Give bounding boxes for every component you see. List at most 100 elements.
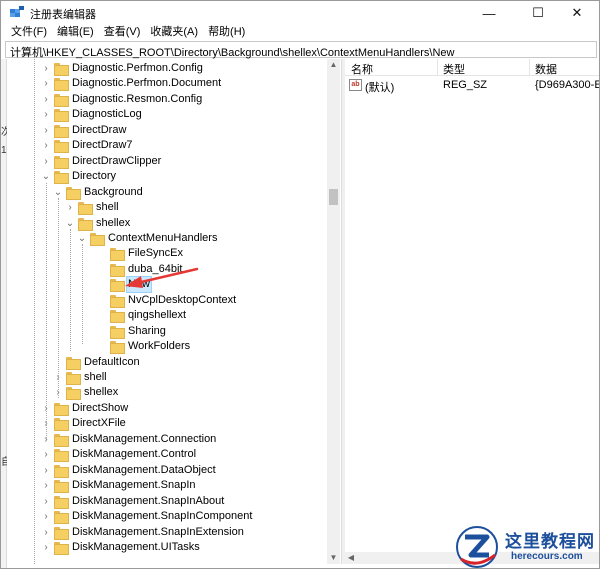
tree-node-label: DefaultIcon [84, 355, 140, 368]
column-header-data[interactable]: 数据 [535, 61, 557, 77]
folder-icon [54, 495, 69, 509]
watermark-title: 这里教程网 [505, 532, 595, 552]
edge-fragment: 1 [1, 145, 7, 156]
chevron-right-icon[interactable]: › [41, 138, 51, 153]
folder-icon [110, 248, 125, 262]
scroll-down-icon[interactable]: ▼ [327, 552, 340, 564]
chevron-right-icon[interactable]: › [41, 123, 51, 138]
tree-node[interactable]: › DiskManagement.SnapIn [41, 478, 197, 494]
column-divider[interactable] [529, 59, 530, 76]
folder-icon [54, 124, 69, 138]
tree-node[interactable]: › DiskManagement.SnapInExtension [41, 525, 245, 540]
tree-node[interactable]: › Diagnostic.Perfmon.Config [41, 61, 204, 76]
tree-node-label: shell [96, 201, 119, 214]
folder-icon [66, 356, 81, 370]
tree-node[interactable]: › DiskManagement.SnapInComponent [41, 509, 253, 525]
address-bar[interactable]: 计算机\HKEY_CLASSES_ROOT\Directory\Backgrou… [5, 41, 597, 59]
tree-node[interactable]: › shell [53, 370, 108, 385]
tree-node[interactable]: › DirectShow [41, 401, 129, 416]
red-arrow-annotation [125, 267, 199, 288]
tree-node[interactable]: › DiskManagement.DataObject [41, 463, 217, 478]
title-bar[interactable]: 注册表编辑器 — ☐ ✕ [1, 1, 599, 25]
tree-node[interactable]: ⌄ Directory [41, 169, 117, 185]
tree-node[interactable]: WorkFolders [97, 339, 191, 355]
expander-placeholder [97, 293, 107, 308]
expander-placeholder [97, 277, 107, 292]
chevron-right-icon[interactable]: › [41, 107, 51, 122]
chevron-right-icon[interactable]: › [41, 76, 51, 91]
tree-node[interactable]: NvCplDesktopContext [97, 293, 237, 308]
tree-node-label: Background [84, 185, 143, 198]
registry-values-list[interactable]: 名称 类型 数据 ab (默认) REG_SZ {D969A300-E [345, 59, 599, 564]
chevron-right-icon[interactable]: › [65, 200, 75, 215]
tree-node[interactable]: › shell [65, 200, 120, 216]
tree-node[interactable]: › DiagnosticLog [41, 107, 143, 123]
tree-node[interactable]: ⌄ Background [53, 185, 144, 200]
menu-bar: 文件(F) 编辑(E) 查看(V) 收藏夹(A) 帮助(H) [1, 25, 599, 41]
scroll-left-icon[interactable]: ◀ [345, 552, 357, 564]
menu-edit[interactable]: 编辑(E) [52, 25, 99, 41]
chevron-right-icon[interactable]: › [41, 478, 51, 493]
chevron-right-icon[interactable]: › [41, 154, 51, 169]
menu-file[interactable]: 文件(F) [1, 25, 52, 41]
tree-node[interactable]: ⌄ shellex [65, 216, 131, 231]
chevron-down-icon[interactable]: ⌄ [41, 169, 51, 184]
folder-icon [90, 232, 105, 246]
tree-node[interactable]: › DirectXFile [41, 416, 127, 432]
tree-node-label: DiskManagement.SnapInAbout [72, 494, 225, 507]
scroll-thumb[interactable] [329, 189, 338, 205]
tree-node[interactable]: › DiskManagement.Connection [41, 432, 217, 447]
tree-node[interactable]: ⌄ ContextMenuHandlers [77, 231, 218, 246]
tree-vertical-scrollbar[interactable]: ▲ ▼ [327, 59, 340, 564]
tree-node[interactable]: › Diagnostic.Resmon.Config [41, 92, 203, 107]
tree-node[interactable]: DefaultIcon [53, 355, 141, 370]
folder-icon [54, 155, 69, 169]
tree-node[interactable]: FileSyncEx [97, 246, 184, 262]
tree-node[interactable]: › DiskManagement.SnapInAbout [41, 494, 225, 509]
tree-node-label: DiskManagement.SnapInComponent [72, 510, 253, 523]
chevron-right-icon[interactable]: › [41, 463, 51, 478]
folder-icon [54, 63, 69, 76]
tree-node[interactable]: › shellex [53, 385, 119, 401]
folder-icon [54, 480, 69, 494]
tree-node[interactable]: › DirectDraw7 [41, 138, 134, 154]
minimize-button[interactable]: — [467, 1, 511, 25]
tree-node[interactable]: Sharing [97, 324, 167, 339]
folder-icon [110, 310, 125, 324]
tree-node-label: DirectDraw [72, 123, 127, 136]
chevron-right-icon[interactable]: › [41, 525, 51, 540]
column-header-name[interactable]: 名称 [351, 61, 373, 77]
folder-icon [54, 418, 69, 432]
menu-help[interactable]: 帮助(H) [203, 25, 250, 41]
menu-favorites[interactable]: 收藏夹(A) [145, 25, 203, 41]
tree-node[interactable]: › DiskManagement.Control [41, 447, 197, 463]
chevron-right-icon[interactable]: › [41, 509, 51, 524]
tree-node[interactable]: › DirectDrawClipper [41, 154, 162, 169]
chevron-right-icon[interactable]: › [41, 61, 51, 76]
chevron-right-icon[interactable]: › [41, 494, 51, 509]
chevron-right-icon[interactable]: › [41, 92, 51, 107]
tree-node[interactable]: › Diagnostic.Perfmon.Document [41, 76, 222, 92]
menu-view[interactable]: 查看(V) [99, 25, 146, 41]
value-row[interactable]: ab (默认) REG_SZ {D969A300-E [345, 78, 599, 94]
folder-icon [54, 140, 69, 154]
column-header-type[interactable]: 类型 [443, 61, 465, 77]
maximize-button[interactable]: ☐ [516, 1, 560, 25]
folder-icon [78, 202, 93, 216]
column-divider[interactable] [437, 59, 438, 76]
tree-node[interactable]: › DiskManagement.UITasks [41, 540, 201, 555]
tree-node-label: DirectShow [72, 401, 129, 414]
chevron-right-icon[interactable]: › [41, 447, 51, 462]
folder-icon [110, 325, 125, 339]
registry-key-tree[interactable]: › Diagnostic.Perfmon.Config › Diagnostic.Pe… [7, 59, 341, 564]
chevron-right-icon[interactable]: › [41, 540, 51, 555]
scroll-up-icon[interactable]: ▲ [327, 59, 340, 71]
string-value-icon: ab [349, 79, 362, 91]
value-name: (默认) [365, 82, 395, 94]
tree-guide-line [82, 244, 83, 344]
tree-node[interactable]: qingshellext [97, 308, 187, 324]
tree-node[interactable]: › DirectDraw [41, 123, 127, 138]
close-button[interactable]: ✕ [555, 1, 599, 25]
registry-editor-window: 注册表编辑器 — ☐ ✕ 文件(F) 编辑(E) 查看(V) 收藏夹(A) 帮助… [0, 0, 600, 569]
folder-icon [78, 217, 93, 231]
